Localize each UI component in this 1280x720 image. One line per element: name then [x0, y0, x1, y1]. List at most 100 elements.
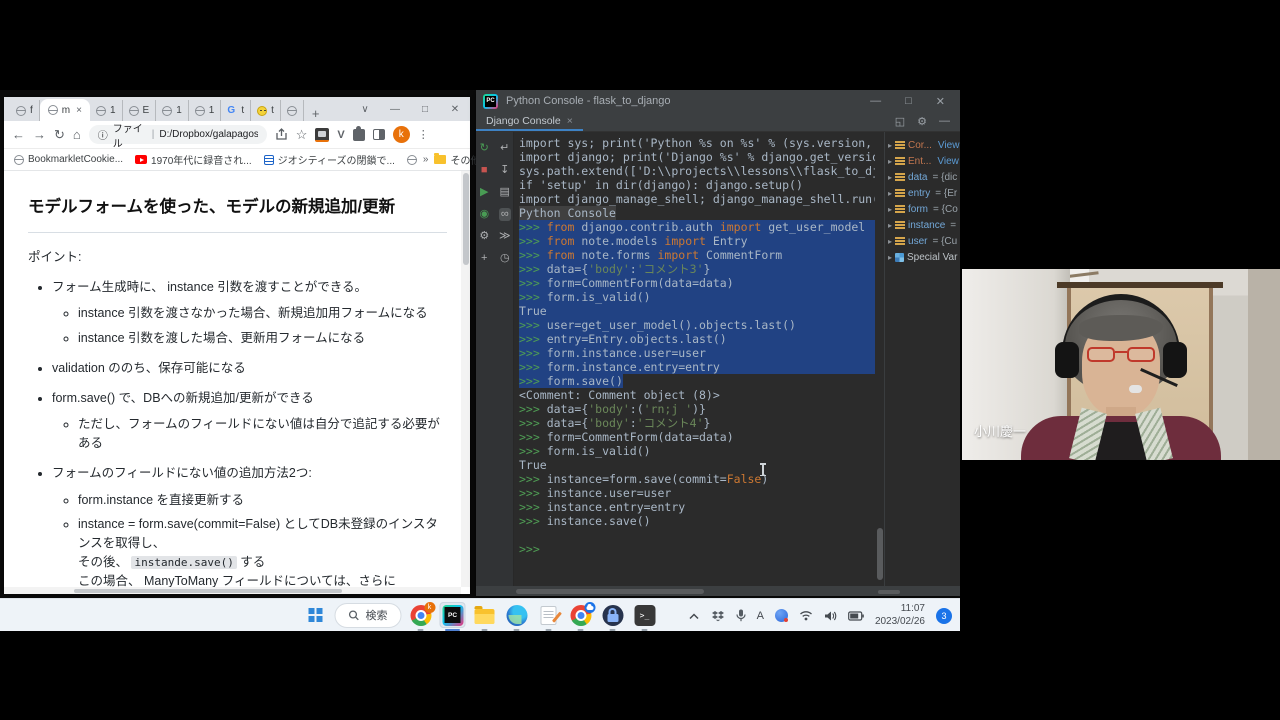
- tab-close-icon[interactable]: ×: [76, 105, 82, 116]
- bookmark-item[interactable]: 1970年代に録音され...: [135, 152, 252, 167]
- dropbox-icon[interactable]: [711, 610, 725, 622]
- execute-all-icon[interactable]: ≫: [499, 230, 511, 243]
- scrollbar-thumb[interactable]: [463, 173, 469, 265]
- tab-search-icon[interactable]: ∨: [350, 104, 380, 115]
- taskbar-app-pycharm[interactable]: PC: [440, 602, 466, 628]
- page-horizontal-scrollbar[interactable]: [4, 587, 461, 594]
- variable-row[interactable]: ▸user= {Cu: [885, 233, 960, 249]
- scrollbar-thumb[interactable]: [877, 528, 883, 580]
- home-icon[interactable]: ⌂: [73, 127, 81, 142]
- variable-row[interactable]: ▸Ent...View: [885, 153, 960, 169]
- soft-wrap-icon[interactable]: ↵: [500, 142, 509, 155]
- profile-avatar[interactable]: k: [393, 126, 410, 143]
- scroll-to-end-icon[interactable]: ↧: [500, 164, 509, 177]
- minimize-button[interactable]: —: [380, 104, 410, 115]
- tab-close-icon[interactable]: ×: [567, 115, 573, 127]
- hide-icon[interactable]: —: [939, 115, 950, 128]
- maximize-button[interactable]: □: [410, 104, 440, 115]
- wifi-icon[interactable]: [799, 610, 813, 621]
- expand-chevron-icon[interactable]: ▸: [888, 205, 892, 214]
- page-info-icon[interactable]: ⓘ: [98, 127, 108, 142]
- bookmark-item[interactable]: ジオシティーズの閉鎖で...: [264, 152, 395, 167]
- close-button[interactable]: ✕: [936, 95, 945, 108]
- browser-tab[interactable]: 1: [156, 100, 189, 121]
- expand-chevron-icon[interactable]: ▸: [888, 221, 892, 230]
- v-extension-icon[interactable]: V: [337, 129, 344, 141]
- ime-mode-indicator[interactable]: A: [757, 610, 764, 622]
- side-panel-icon[interactable]: [373, 129, 385, 140]
- reload-icon[interactable]: ↻: [54, 127, 65, 143]
- python-console[interactable]: import sys; print('Python %s on %s' % (s…: [514, 132, 875, 586]
- console-horizontal-scrollbar[interactable]: [516, 589, 704, 594]
- browser-tab[interactable]: 1: [189, 100, 222, 121]
- browser-tab[interactable]: t: [221, 100, 251, 121]
- browser-tab[interactable]: [281, 100, 304, 121]
- hide-sidebar-icon[interactable]: ◱: [895, 115, 905, 128]
- taskbar-app-explorer[interactable]: [472, 602, 498, 628]
- settings-icon[interactable]: ⚙: [479, 230, 489, 243]
- expand-chevron-icon[interactable]: ▸: [888, 189, 892, 198]
- hidden-icons-chevron[interactable]: [688, 612, 700, 620]
- bookmarks-overflow-icon[interactable]: »: [423, 154, 429, 165]
- taskbar-clock[interactable]: 11:07 2023/02/26: [875, 603, 925, 628]
- taskbar-app-chrome-cloud[interactable]: [568, 602, 594, 628]
- tab-django-console[interactable]: Django Console ×: [476, 112, 583, 131]
- variables-horizontal-scrollbar[interactable]: [878, 590, 900, 594]
- notification-badge[interactable]: 3: [936, 608, 952, 624]
- start-button[interactable]: [303, 602, 329, 628]
- browser-menu-icon[interactable]: ⋮: [418, 128, 429, 141]
- history-icon[interactable]: ◷: [500, 252, 510, 265]
- expand-chevron-icon[interactable]: ▸: [888, 173, 892, 182]
- variable-row[interactable]: ▸Special Var: [885, 249, 960, 265]
- bookmark-item[interactable]: [407, 155, 417, 165]
- browser-tab[interactable]: f: [10, 100, 40, 121]
- microphone-icon[interactable]: [736, 609, 746, 622]
- browser-tab[interactable]: E: [123, 100, 157, 121]
- taskbar-app-chrome[interactable]: k: [408, 602, 434, 628]
- page-vertical-scrollbar[interactable]: [461, 171, 470, 587]
- extensions-puzzle-icon[interactable]: [353, 129, 365, 141]
- forward-icon[interactable]: →: [33, 127, 46, 142]
- browser-tab[interactable]: 1: [90, 100, 123, 121]
- taskbar-app-notepad[interactable]: [536, 602, 562, 628]
- expand-chevron-icon[interactable]: ▸: [888, 253, 892, 262]
- address-bar[interactable]: ⓘ ファイル | D:/Dropbox/galapagos/c...: [89, 125, 267, 144]
- battery-icon[interactable]: [848, 611, 864, 621]
- share-icon[interactable]: [275, 128, 288, 141]
- variable-row[interactable]: ▸entry= {Er: [885, 185, 960, 201]
- debug-bug-icon[interactable]: ◉: [479, 208, 489, 221]
- new-console-icon[interactable]: +: [481, 252, 487, 265]
- app-status-icon[interactable]: [775, 609, 788, 622]
- console-vertical-scrollbar[interactable]: [875, 132, 884, 586]
- rerun-icon[interactable]: ↻: [480, 142, 489, 155]
- expand-chevron-icon[interactable]: ▸: [888, 141, 892, 150]
- show-variables-icon[interactable]: ∞: [499, 208, 511, 221]
- back-icon[interactable]: ←: [12, 127, 25, 142]
- expand-chevron-icon[interactable]: ▸: [888, 237, 892, 246]
- browser-tab[interactable]: t: [251, 100, 281, 121]
- expand-chevron-icon[interactable]: ▸: [888, 157, 892, 166]
- variable-row[interactable]: ▸instance=: [885, 217, 960, 233]
- run-icon[interactable]: ▶: [480, 186, 488, 199]
- scrollbar-thumb[interactable]: [74, 589, 342, 593]
- volume-icon[interactable]: [824, 610, 837, 622]
- view-link[interactable]: View: [937, 156, 959, 167]
- variable-row[interactable]: ▸Cor...View: [885, 137, 960, 153]
- minimize-button[interactable]: —: [870, 95, 881, 108]
- stop-icon[interactable]: ■: [481, 164, 488, 177]
- taskbar-app-lock[interactable]: [600, 602, 626, 628]
- view-link[interactable]: View: [938, 140, 960, 151]
- variable-row[interactable]: ▸form= {Co: [885, 201, 960, 217]
- browser-tab[interactable]: m×: [40, 99, 90, 121]
- bookmark-star-icon[interactable]: ☆: [296, 127, 308, 143]
- screenshot-extension-icon[interactable]: [315, 128, 329, 142]
- taskbar-app-edge[interactable]: [504, 602, 530, 628]
- taskbar-app-terminal[interactable]: >_: [632, 602, 658, 628]
- close-button[interactable]: ✕: [440, 104, 470, 115]
- maximize-button[interactable]: □: [905, 95, 912, 108]
- new-tab-button[interactable]: +: [312, 106, 320, 121]
- taskbar-search[interactable]: 検索: [335, 603, 402, 628]
- variable-row[interactable]: ▸data= {dic: [885, 169, 960, 185]
- settings-icon[interactable]: ⚙: [917, 115, 927, 128]
- bookmark-item[interactable]: BookmarkletCookie...: [14, 154, 123, 165]
